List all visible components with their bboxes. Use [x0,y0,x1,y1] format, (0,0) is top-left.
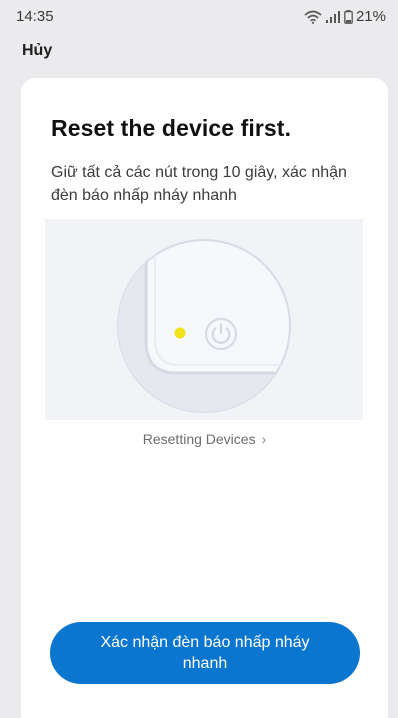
battery-percent: 21% [355,8,386,25]
resetting-devices-link[interactable]: Resetting Devices › [21,431,388,447]
device-illustration [45,219,363,420]
cancel-button[interactable]: Hủy [22,42,52,60]
battery-icon [344,9,353,24]
screen: 14:35 21% Hủy Reset the device first. Gi… [0,0,398,718]
reset-card: Reset the device first. Giữ tất cả các n… [21,78,388,718]
resetting-devices-label: Resetting Devices [142,431,256,447]
status-icons: 21% [304,8,386,25]
signal-icon [325,10,341,23]
status-bar: 14:35 21% [0,0,398,34]
status-time: 14:35 [16,8,54,25]
instruction-text: Giữ tất cả các nút trong 10 giây, xác nh… [51,164,347,204]
chevron-right-icon: › [261,431,267,447]
page-title: Reset the device first. [51,115,292,141]
wifi-icon [304,10,322,24]
confirm-blinking-button[interactable]: Xác nhận đèn báo nhấp nháy nhanh [50,622,360,684]
indicator-light [174,327,186,339]
